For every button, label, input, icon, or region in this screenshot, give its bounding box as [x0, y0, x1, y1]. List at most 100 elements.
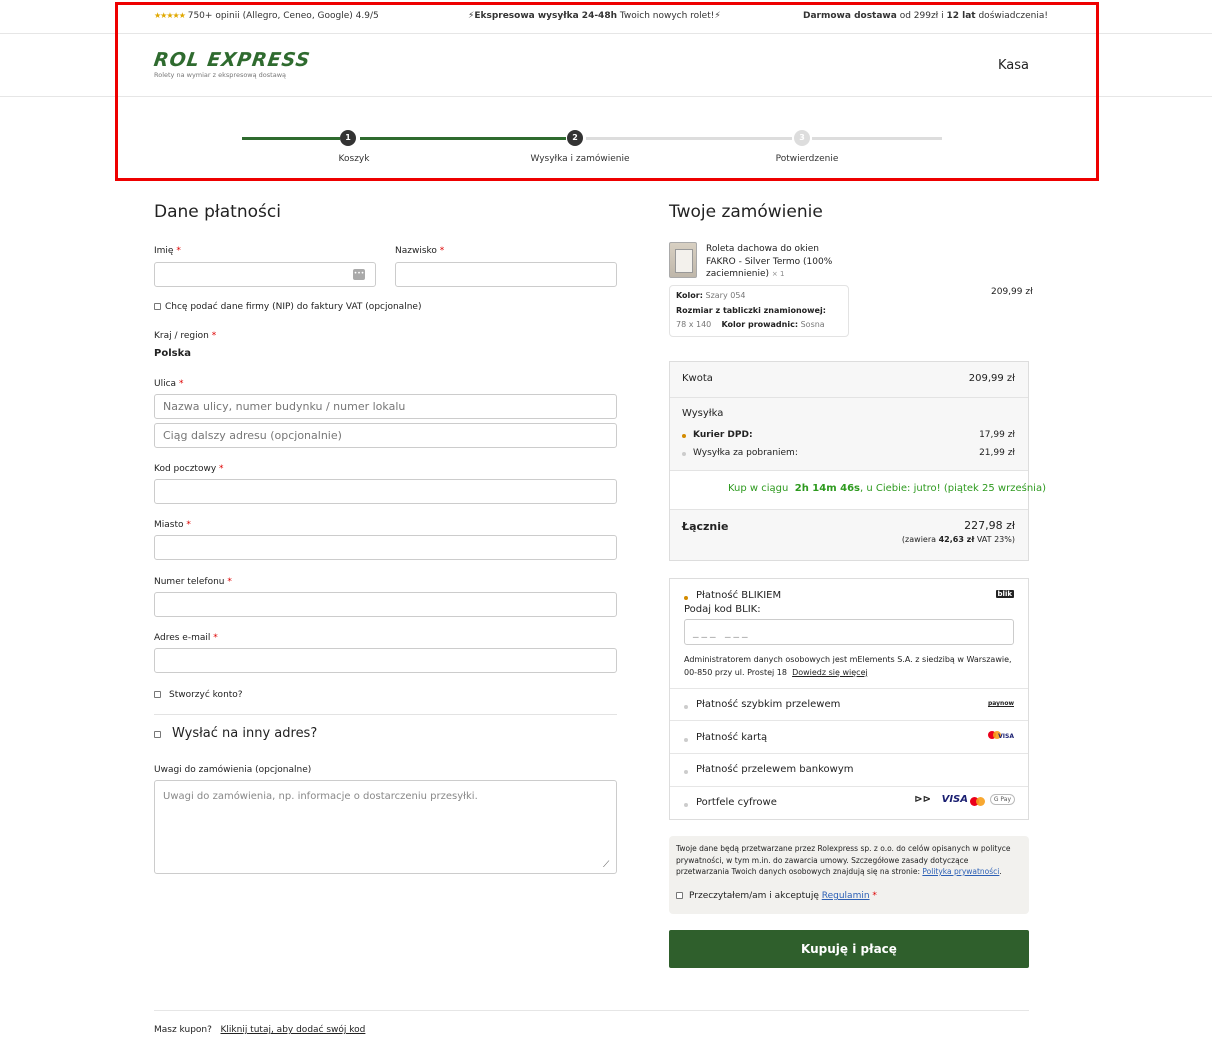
site-logo[interactable]: ROL EXPRESS Rolety na wymiar z ekspresow… — [152, 49, 311, 79]
blik-label[interactable]: Płatność BLIKIEM — [696, 590, 781, 601]
rating-stars-icon: ★★★★★ — [154, 11, 186, 20]
amount-value: 209,99 zł — [968, 373, 1015, 384]
product-price: 209,99 zł — [991, 287, 1033, 297]
street2-input[interactable]: Ciąg dalszy adresu (opcjonalnie) — [154, 423, 617, 448]
paynow-logo-icon: paynow — [987, 700, 1014, 707]
years-rest: doświadczenia! — [978, 11, 1049, 21]
blik-code-input[interactable]: ___ ___ — [684, 619, 1014, 645]
product-attributes: Kolor: Szary 054 Rozmiar z tabliczki zna… — [669, 285, 849, 337]
terms-box: Twoje dane będą przetwarzane przez Rolex… — [669, 836, 1029, 914]
email-input[interactable] — [154, 648, 617, 673]
street-label: Ulica * — [154, 379, 184, 389]
phone-input[interactable] — [154, 592, 617, 617]
amount-label: Kwota — [682, 373, 713, 384]
privacy-policy-link[interactable]: Polityka prywatności — [922, 867, 999, 876]
blik-logo-icon: blik — [995, 590, 1014, 598]
order-title: Twoje zamówienie — [669, 202, 823, 222]
step-3-dot: 3 — [794, 130, 810, 146]
accept-terms-checkbox[interactable] — [676, 892, 683, 899]
progress-bar-done — [242, 137, 340, 140]
product-thumbnail — [669, 242, 697, 278]
password-manager-icon[interactable]: ••• — [353, 269, 365, 280]
ship-other-label[interactable]: Wysłać na inny adres? — [172, 726, 317, 741]
first-name-label: Imię * — [154, 246, 181, 256]
shipping-cod-radio[interactable] — [682, 452, 686, 456]
visa-small-icon: VISA — [998, 733, 1014, 740]
page-title: Kasa — [997, 58, 1029, 73]
vat-info: (zawiera 42,63 zł VAT 23%) — [901, 535, 1015, 544]
contactless-icon: ⊳⊳ — [914, 794, 931, 805]
step-1-label[interactable]: Koszyk — [339, 154, 370, 164]
last-name-label: Nazwisko * — [395, 246, 445, 256]
create-account-label[interactable]: Stworzyć konto? — [169, 690, 243, 700]
first-name-input[interactable]: ••• — [154, 262, 376, 287]
blik-info: Administratorem danych osobowych jest mE… — [684, 655, 1012, 677]
progress-bar-todo — [812, 137, 942, 140]
express-bold: Ekspresowa wysyłka 24-48h — [474, 11, 617, 21]
shipping-label: Wysyłka — [682, 408, 724, 419]
shipping-cod-label[interactable]: Wysyłka za pobraniem: — [693, 448, 798, 458]
shipping-dpd-price: 17,99 zł — [979, 430, 1015, 440]
create-account-checkbox[interactable] — [154, 691, 161, 698]
wallets-label[interactable]: Portfele cyfrowe — [696, 797, 777, 808]
card-label[interactable]: Płatność kartą — [696, 732, 767, 743]
step-2-dot: 2 — [567, 130, 583, 146]
shipping-dpd-radio[interactable] — [682, 434, 686, 438]
gpay-logo-icon: G Pay — [989, 794, 1015, 805]
postcode-input[interactable] — [154, 479, 617, 504]
express-rest: Twoich nowych rolet! — [619, 11, 715, 21]
ship-other-checkbox[interactable] — [154, 731, 161, 738]
delivery-mid: od 299zł i — [899, 11, 944, 21]
step-1-dot[interactable]: 1 — [340, 130, 356, 146]
street-input[interactable]: Nazwa ulicy, numer budynku / numer lokal… — [154, 394, 617, 419]
step-2-label: Wysyłka i zamówienie — [530, 154, 630, 164]
company-checkbox-label[interactable]: Chcę podać dane firmy (NIP) do faktury V… — [165, 302, 421, 312]
delivery-timer: Kup w ciągu 2h 14m 46s, u Ciebie: jutro!… — [670, 470, 1046, 510]
years-bold: 12 lat — [946, 11, 976, 21]
progress-bar-todo — [586, 137, 792, 140]
wallets-radio[interactable] — [684, 803, 688, 807]
fast-transfer-label[interactable]: Płatność szybkim przelewem — [696, 699, 840, 710]
visa-logo-icon: VISA — [941, 794, 968, 805]
billing-title: Dane płatności — [154, 202, 281, 222]
last-name-input[interactable] — [395, 262, 617, 287]
top-info-bar: ★★★★★ 750+ opinii (Allegro, Ceneo, Googl… — [0, 0, 1212, 34]
accept-terms-label[interactable]: Przeczytałem/am i akceptuję Regulamin * — [689, 891, 877, 901]
order-totals-box: Kwota 209,99 zł Wysyłka Kurier DPD: 17,9… — [669, 361, 1046, 561]
company-checkbox[interactable] — [154, 303, 161, 310]
postcode-label: Kod pocztowy * — [154, 464, 224, 474]
place-order-button[interactable]: Kupuję i płacę — [669, 930, 1029, 968]
coupon-row: Masz kupon? Kliknij tutaj, aby dodać swó… — [154, 1025, 365, 1035]
regulamin-link[interactable]: Regulamin — [822, 891, 870, 901]
timer-countdown: 2h 14m 46s — [794, 483, 860, 494]
bank-transfer-label[interactable]: Płatność przelewem bankowym — [696, 764, 854, 775]
site-header: ROL EXPRESS Rolety na wymiar z ekspresow… — [0, 34, 1212, 97]
resize-handle-icon[interactable]: ⟋ — [603, 860, 609, 870]
bank-transfer-radio[interactable] — [684, 770, 688, 774]
card-radio[interactable] — [684, 738, 688, 742]
lightning-icon: ⚡ — [714, 11, 721, 21]
step-3-label: Potwierdzenie — [775, 154, 839, 164]
country-value: Polska — [154, 348, 191, 359]
shipping-dpd-label[interactable]: Kurier DPD: — [693, 430, 753, 440]
payment-methods: Płatność BLIKIEM blik Podaj kod BLIK: __… — [669, 578, 1029, 820]
checkout-progress: 1 2 3 Koszyk Wysyłka i zamówienie Potwie… — [242, 124, 942, 164]
total-label: Łącznie — [682, 520, 729, 533]
coupon-question: Masz kupon? — [154, 1025, 212, 1035]
coupon-link[interactable]: Kliknij tutaj, aby dodać swój kod — [221, 1025, 366, 1035]
reviews-info: ★★★★★ 750+ opinii (Allegro, Ceneo, Googl… — [154, 11, 379, 21]
city-label: Miasto * — [154, 520, 191, 530]
city-input[interactable] — [154, 535, 617, 560]
product-qty: × 1 — [771, 270, 785, 278]
divider — [154, 714, 617, 715]
logo-tagline: Rolety na wymiar z ekspresową dostawą — [154, 71, 286, 79]
blik-more-link[interactable]: Dowiedz się więcej — [792, 668, 868, 677]
reviews-text: 750+ opinii (Allegro, Ceneo, Google) 4.9… — [187, 11, 379, 21]
divider — [154, 1010, 1029, 1011]
blik-radio[interactable] — [684, 596, 688, 600]
product-name: Roleta dachowa do okien FAKRO - Silver T… — [706, 244, 833, 279]
delivery-info: Darmowa dostawa od 299zł i 12 lat doświa… — [803, 11, 1048, 21]
notes-textarea[interactable]: Uwagi do zamówienia, np. informacje o do… — [154, 780, 617, 874]
fast-transfer-radio[interactable] — [684, 705, 688, 709]
notes-label: Uwagi do zamówienia (opcjonalne) — [154, 765, 312, 775]
